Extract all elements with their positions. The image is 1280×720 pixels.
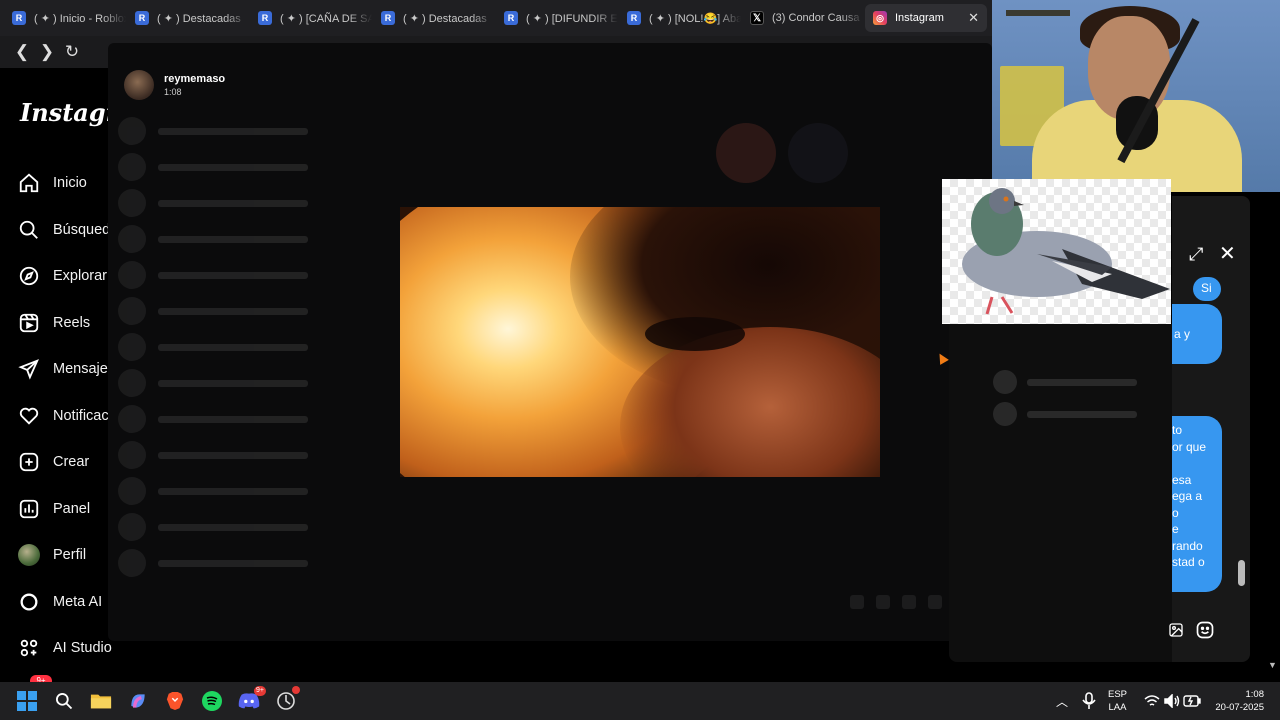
sidebar-item-perfil[interactable]: Perfil bbox=[18, 532, 118, 579]
sidebar-item-label: Búsqueda bbox=[53, 221, 115, 238]
input-language[interactable]: ESP LAA bbox=[1108, 688, 1127, 714]
tab-roblox-difundir[interactable]: R ( ✦ ) [DIFUNDIR EL bbox=[496, 4, 618, 32]
meta-ai-icon bbox=[18, 591, 40, 613]
back-button[interactable]: ❮ bbox=[10, 40, 34, 64]
dimmed-toolbar bbox=[408, 595, 968, 613]
sidebar-item-reels[interactable]: Reels bbox=[18, 300, 118, 347]
forward-button[interactable]: ❯ bbox=[35, 40, 59, 64]
sidebar-item-panel[interactable]: Panel bbox=[18, 486, 118, 533]
search-icon[interactable] bbox=[52, 689, 76, 713]
image-icon[interactable] bbox=[1168, 622, 1184, 643]
sidebar-item-ai-studio[interactable]: AI Studio bbox=[18, 625, 118, 672]
tab-roblox-destacadas[interactable]: R ( ✦ ) Destacadas bbox=[127, 4, 249, 32]
story-time: 1:08 bbox=[164, 87, 182, 97]
battery-icon[interactable] bbox=[1180, 689, 1204, 713]
sidebar-item-crear[interactable]: Crear bbox=[18, 439, 118, 486]
heart-icon bbox=[18, 405, 40, 427]
sidebar-item-label: Mensajes bbox=[53, 361, 115, 378]
sidebar-item-label: AI Studio bbox=[53, 640, 112, 657]
screen: R ( ✦ ) Inicio - Roblox R ( ✦ ) Destacad… bbox=[0, 0, 1280, 720]
page-scroll-down-icon[interactable]: ▼ bbox=[1268, 660, 1280, 682]
instagram-favicon-icon: ◎ bbox=[873, 11, 887, 25]
roblox-favicon-icon: R bbox=[135, 11, 149, 25]
plus-square-icon bbox=[18, 451, 40, 473]
sidebar-item-label: Reels bbox=[53, 314, 91, 331]
tab-instagram[interactable]: ◎ Instagram ✕ bbox=[865, 4, 987, 32]
chat-bubble: to or que esa ega a o e rando stad o bbox=[1172, 416, 1222, 592]
discord-icon[interactable]: 9+ bbox=[237, 686, 266, 713]
browser-tab-strip: R ( ✦ ) Inicio - Roblox R ( ✦ ) Destacad… bbox=[0, 0, 992, 36]
tab-roblox-nol[interactable]: R ( ✦ ) [NOL!😂] Aban bbox=[619, 4, 741, 32]
roblox-favicon-icon: R bbox=[258, 11, 272, 25]
avatar[interactable] bbox=[124, 70, 154, 100]
reels-icon bbox=[18, 312, 40, 334]
windows-taskbar: 9+ ︿ bbox=[0, 682, 1280, 720]
send-icon bbox=[18, 358, 40, 380]
story-video[interactable] bbox=[400, 207, 880, 477]
expand-icon[interactable]: ⤢ bbox=[1189, 244, 1203, 265]
brave-browser-icon[interactable] bbox=[163, 689, 187, 713]
tab-roblox-cana[interactable]: R ( ✦ ) [CAÑA DE SAL bbox=[250, 4, 372, 32]
sidebar-item-explorar[interactable]: Explorar bbox=[18, 253, 118, 300]
story-username[interactable]: reymemaso bbox=[164, 73, 225, 85]
tab-roblox-inicio[interactable]: R ( ✦ ) Inicio - Roblox bbox=[4, 4, 126, 32]
chat-bubble: Si bbox=[1193, 277, 1221, 301]
chat-input-actions bbox=[1162, 616, 1220, 648]
roblox-favicon-icon: R bbox=[627, 11, 641, 25]
roblox-favicon-icon: R bbox=[12, 11, 26, 25]
chat-bubble: a y bbox=[1172, 304, 1222, 364]
webcam-overlay bbox=[992, 0, 1280, 192]
windows-start-icon[interactable] bbox=[15, 689, 39, 713]
sidebar-item-mensajes[interactable]: Mensajes bbox=[18, 346, 118, 393]
roblox-favicon-icon: R bbox=[504, 11, 518, 25]
sidebar-item-inicio[interactable]: Inicio bbox=[18, 160, 118, 207]
home-icon bbox=[18, 172, 40, 194]
close-icon[interactable]: ✕ bbox=[1219, 241, 1236, 266]
sidebar-item-label: Panel bbox=[53, 500, 91, 517]
tab-x-condor[interactable]: 𝕏 (3) Condor Causa bbox=[742, 4, 864, 32]
spotify-icon[interactable] bbox=[200, 689, 224, 713]
compass-icon bbox=[18, 265, 40, 287]
pigeon-sticker-image bbox=[942, 179, 1171, 324]
close-tab-icon[interactable]: ✕ bbox=[968, 10, 979, 26]
chat-scrollbar[interactable] bbox=[1236, 280, 1246, 596]
reload-button[interactable]: ↻ bbox=[60, 40, 84, 64]
dimmed-conversation-list bbox=[118, 113, 378, 581]
system-clock[interactable]: 1:08 20-07-2025 bbox=[1206, 688, 1264, 714]
sidebar-item-label: Explorar bbox=[53, 268, 107, 285]
copilot-icon[interactable] bbox=[126, 689, 150, 713]
sidebar-item-label: Perfil bbox=[53, 547, 87, 564]
roblox-favicon-icon: R bbox=[381, 11, 395, 25]
discord-badge: 9+ bbox=[254, 686, 266, 696]
sidebar-item-label: Inicio bbox=[53, 175, 87, 192]
profile-avatar bbox=[18, 544, 40, 567]
file-explorer-icon[interactable] bbox=[89, 689, 113, 713]
sidebar-item-label: Meta AI bbox=[53, 593, 103, 610]
app-icon[interactable] bbox=[274, 686, 300, 713]
tab-roblox-destacadas-2[interactable]: R ( ✦ ) Destacadas bbox=[373, 4, 495, 32]
sticker-icon[interactable] bbox=[1195, 620, 1215, 645]
tray-overflow-icon[interactable]: ︿ bbox=[1050, 689, 1074, 713]
search-icon bbox=[18, 219, 40, 241]
chart-icon bbox=[18, 498, 40, 520]
sidebar-item-busqueda[interactable]: Búsqueda bbox=[18, 207, 118, 254]
sidebar-item-label: Crear bbox=[53, 454, 90, 471]
microphone-icon[interactable] bbox=[1077, 689, 1101, 713]
story-user-header[interactable]: reymemaso 1:08 bbox=[124, 70, 225, 100]
sidebar-nav: Inicio Búsqueda Explorar Reels Mensajes bbox=[18, 160, 118, 672]
clock-time: 1:08 bbox=[1245, 689, 1265, 700]
sidebar-item-label: Notificaciones bbox=[53, 407, 115, 424]
tab-title: Instagram bbox=[895, 12, 944, 24]
chat-scroll-thumb[interactable] bbox=[1238, 560, 1245, 586]
sidebar-item-notificaciones[interactable]: Notificaciones bbox=[18, 393, 118, 440]
chat-popup-body bbox=[949, 324, 1172, 662]
sidebar-item-meta-ai[interactable]: Meta AI bbox=[18, 579, 118, 626]
clock-date: 20-07-2025 bbox=[1215, 702, 1264, 713]
ai-studio-icon bbox=[18, 637, 40, 659]
x-logo-icon: 𝕏 bbox=[750, 11, 764, 25]
